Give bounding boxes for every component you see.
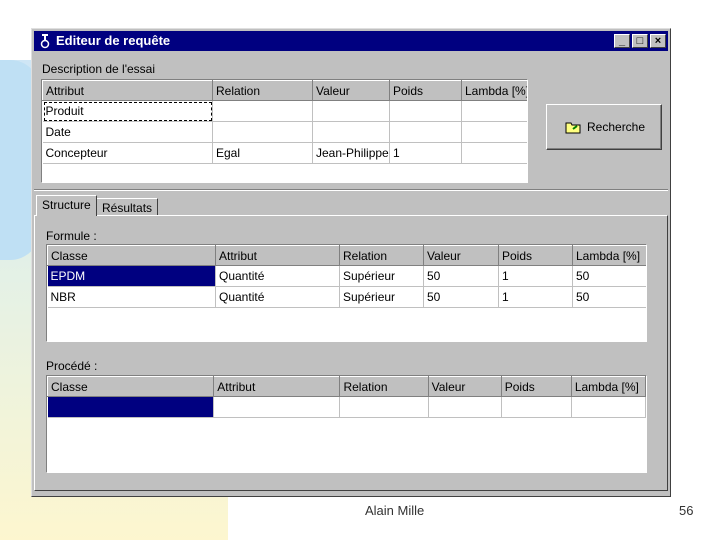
table-cell[interactable] [389,100,462,122]
table-cell[interactable] [501,396,572,418]
column-header-valeur[interactable]: Valeur [423,245,499,266]
table-cell[interactable]: 50 [423,265,499,287]
column-header-poids[interactable]: Poids [389,80,462,101]
table-cell[interactable]: 50 [572,286,646,308]
table-cell[interactable]: Concepteur [42,142,213,164]
column-header-attribut[interactable]: Attribut [213,376,341,397]
maximize-button[interactable]: □ [632,34,648,48]
table-cell[interactable]: 1 [389,142,462,164]
close-button[interactable]: × [650,34,666,48]
section-divider [34,189,668,191]
search-button[interactable]: Recherche [546,104,662,150]
window-title: Editeur de requête [56,33,171,48]
column-header-attribut[interactable]: Attribut [215,245,340,266]
procede-label: Procédé : [46,359,98,373]
table-cell[interactable] [212,100,313,122]
column-header-lambda[interactable]: Lambda [%] [572,245,646,266]
table-cell[interactable] [428,396,502,418]
query-editor-window: Editeur de requête _ □ × Description de … [31,28,671,497]
table-cell[interactable]: Jean-Philippe [312,142,390,164]
table-cell[interactable] [461,100,527,122]
table-row[interactable]: Concepteur Egal Jean-Philippe 1 [42,142,527,164]
table-cell[interactable]: 1 [498,265,573,287]
app-icon [38,33,52,49]
procede-grid[interactable]: Classe Attribut Relation Valeur Poids La… [46,375,647,473]
description-grid[interactable]: Attribut Relation Valeur Poids Lambda [%… [41,79,528,183]
table-cell[interactable]: Quantité [215,265,340,287]
column-header-classe[interactable]: Classe [47,245,216,266]
column-header-relation[interactable]: Relation [339,376,429,397]
table-cell[interactable]: NBR [47,286,216,308]
description-label: Description de l'essai [42,62,156,76]
folder-search-icon [565,120,583,137]
table-row[interactable]: Produit [42,100,527,122]
table-cell[interactable]: 50 [572,265,646,287]
table-cell[interactable] [461,142,527,164]
table-row[interactable]: Date [42,121,527,143]
table-cell[interactable]: EPDM [47,265,216,287]
column-header-valeur[interactable]: Valeur [427,376,502,397]
column-header-poids[interactable]: Poids [500,376,572,397]
column-header-lambda[interactable]: Lambda [%] [570,376,646,397]
tab-structure[interactable]: Structure [36,195,97,216]
table-cell[interactable] [339,396,429,418]
table-cell[interactable] [212,121,313,143]
table-cell[interactable] [571,396,646,418]
column-header-relation[interactable]: Relation [339,245,424,266]
table-cell[interactable]: Supérieur [339,265,424,287]
table-cell[interactable]: 1 [498,286,573,308]
table-cell[interactable]: Quantité [215,286,340,308]
table-cell[interactable] [47,396,215,418]
table-row[interactable]: NBR Quantité Supérieur 50 1 50 [47,286,646,308]
minimize-button[interactable]: _ [614,34,630,48]
table-cell[interactable] [213,396,341,418]
table-cell[interactable]: Date [42,121,213,143]
page-number: 56 [679,503,694,518]
table-cell[interactable] [389,121,462,143]
footer-author: Alain Mille [365,503,425,518]
tab-resultats[interactable]: Résultats [96,198,159,216]
title-bar: Editeur de requête _ □ × [34,31,668,51]
column-header-classe[interactable]: Classe [47,376,215,397]
table-cell[interactable]: Egal [212,142,313,164]
table-cell[interactable] [312,100,390,122]
column-header-relation[interactable]: Relation [212,80,313,101]
table-cell[interactable]: 50 [423,286,499,308]
table-row[interactable]: EPDM Quantité Supérieur 50 1 50 [47,265,646,287]
formule-grid[interactable]: Classe Attribut Relation Valeur Poids La… [46,244,647,342]
column-header-poids[interactable]: Poids [498,245,573,266]
formule-label: Formule : [46,229,97,243]
search-button-label: Recherche [587,120,646,134]
table-cell[interactable]: Produit [42,100,213,122]
table-cell[interactable] [312,121,390,143]
table-cell[interactable] [461,121,527,143]
column-header-valeur[interactable]: Valeur [312,80,390,101]
table-row[interactable] [47,396,646,418]
column-header-lambda[interactable]: Lambda [%] [461,80,527,101]
column-header-attribut[interactable]: Attribut [42,80,213,101]
table-cell[interactable]: Supérieur [339,286,424,308]
